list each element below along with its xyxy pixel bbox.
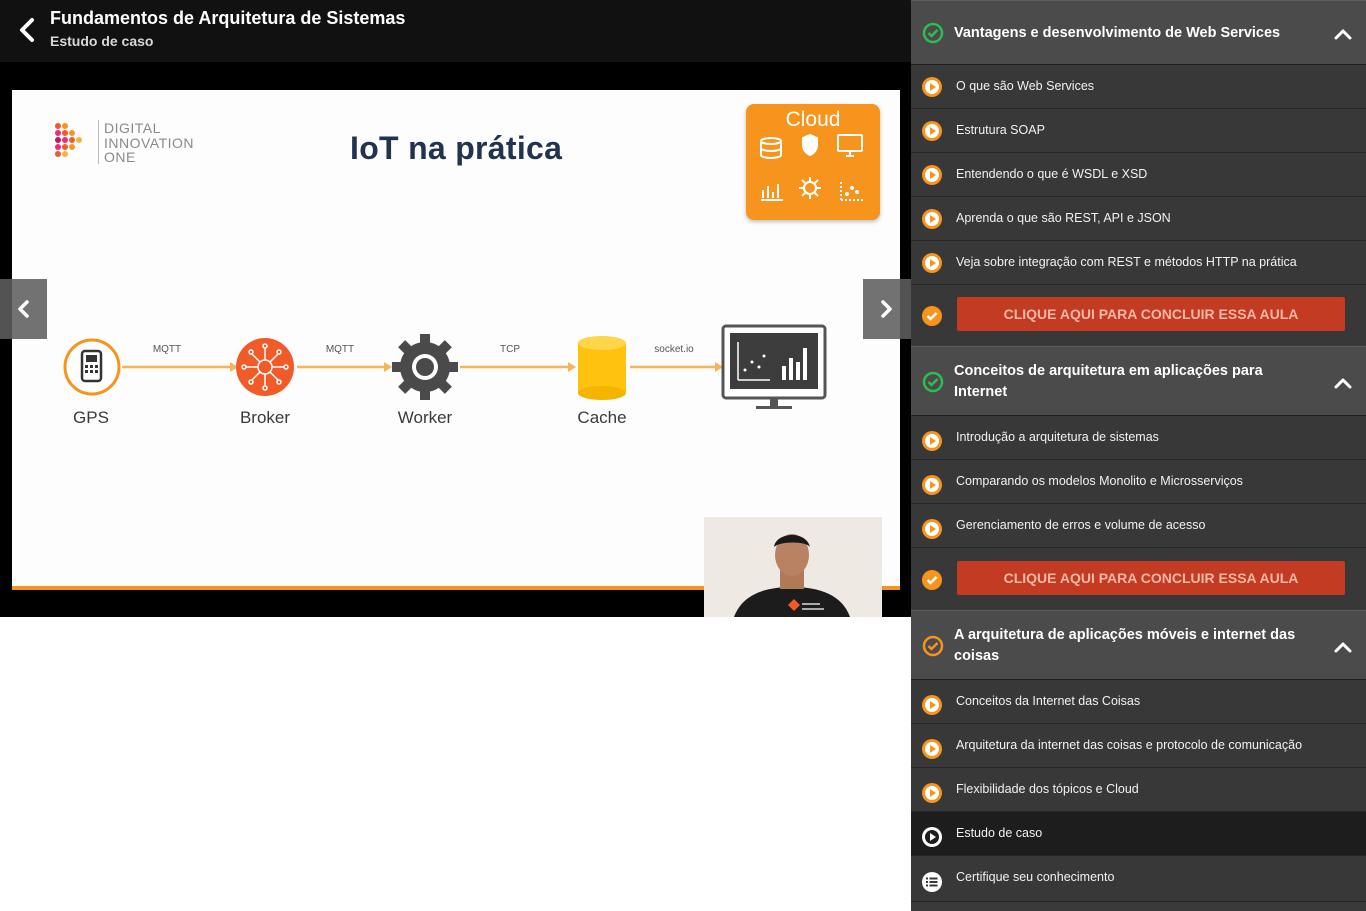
lesson-label: Certifique seu conhecimento bbox=[956, 870, 1115, 884]
lesson-item-current[interactable]: Estudo de caso bbox=[911, 812, 1366, 856]
play-circle-icon bbox=[922, 739, 942, 759]
chevron-up-icon[interactable] bbox=[1332, 23, 1354, 45]
broker-icon bbox=[236, 338, 294, 396]
edge-label-mqtt-2: MQTT bbox=[325, 344, 355, 355]
lesson-label: Entendendo o que é WSDL e XSD bbox=[956, 167, 1148, 181]
node-label-gps: GPS bbox=[73, 408, 109, 427]
check-circle-icon bbox=[922, 371, 944, 393]
section-header-1[interactable]: Vantagens e desenvolvimento de Web Servi… bbox=[911, 0, 1366, 65]
cache-database-icon bbox=[578, 336, 626, 400]
play-circle-icon bbox=[922, 431, 942, 451]
play-circle-icon bbox=[922, 77, 942, 97]
check-circle-icon bbox=[922, 22, 944, 44]
play-circle-icon bbox=[922, 695, 942, 715]
lesson-item[interactable]: Veja sobre integração com REST e métodos… bbox=[911, 241, 1366, 285]
lesson-item[interactable]: Comparando os modelos Monolito e Micross… bbox=[911, 460, 1366, 504]
lesson-item[interactable]: Conceitos da Internet das Coisas bbox=[911, 680, 1366, 724]
node-label-broker: Broker bbox=[239, 408, 291, 427]
section-title-1: Vantagens e desenvolvimento de Web Servi… bbox=[954, 25, 1281, 41]
play-circle-icon bbox=[922, 253, 942, 273]
lesson-item[interactable]: Arquitetura da internet das coisas e pro… bbox=[911, 724, 1366, 768]
progress-circle-icon bbox=[922, 635, 944, 657]
gps-icon bbox=[63, 338, 121, 396]
chevron-up-icon[interactable] bbox=[1332, 636, 1354, 658]
conclude-lesson-button[interactable]: CLIQUE AQUI PARA CONCLUIR ESSA AULA bbox=[957, 561, 1345, 595]
play-circle-icon bbox=[922, 475, 942, 495]
play-circle-icon bbox=[922, 209, 942, 229]
lesson-item-quiz[interactable]: Certifique seu conhecimento bbox=[911, 856, 1366, 902]
presentation-slide: DIGITAL INNOVATION ONE IoT na prática Cl… bbox=[12, 90, 900, 590]
node-label-cache: Cache bbox=[577, 408, 627, 427]
lesson-subtitle: Estudo de caso bbox=[50, 33, 154, 49]
lesson-label: Flexibilidade dos tópicos e Cloud bbox=[956, 782, 1139, 796]
check-circle-icon bbox=[922, 570, 942, 590]
lesson-item[interactable]: Aprenda o que são REST, API e JSON bbox=[911, 197, 1366, 241]
lesson-label: Conceitos da Internet das Coisas bbox=[956, 694, 1141, 708]
list-circle-icon bbox=[922, 872, 942, 892]
back-arrow-icon[interactable] bbox=[12, 14, 44, 46]
play-circle-icon bbox=[922, 783, 942, 803]
lesson-label: Gerenciamento de erros e volume de acess… bbox=[956, 518, 1206, 532]
chevron-up-icon[interactable] bbox=[1332, 372, 1354, 394]
lesson-label: Estudo de caso bbox=[956, 826, 1043, 840]
lesson-label: Comparando os modelos Monolito e Micross… bbox=[956, 474, 1243, 488]
check-circle-icon bbox=[922, 306, 942, 326]
lesson-label: Introdução a arquitetura de sistemas bbox=[956, 430, 1159, 444]
iot-diagram bbox=[63, 324, 827, 409]
section-header-2[interactable]: Conceitos de arquitetura em aplicações p… bbox=[911, 346, 1366, 416]
conclude-row: CLIQUE AQUI PARA CONCLUIR ESSA AULA bbox=[911, 285, 1366, 346]
section-header-3[interactable]: A arquitetura de aplicações móveis e int… bbox=[911, 610, 1366, 680]
previous-slide-button[interactable] bbox=[0, 279, 47, 339]
lesson-item[interactable]: Introdução a arquitetura de sistemas bbox=[911, 416, 1366, 460]
lesson-item[interactable]: Estrutura SOAP bbox=[911, 109, 1366, 153]
play-circle-icon bbox=[922, 827, 942, 847]
edge-label-tcp: TCP bbox=[500, 344, 520, 355]
monitor-dashboard-icon bbox=[721, 324, 827, 409]
lesson-label: Veja sobre integração com REST e métodos… bbox=[956, 255, 1297, 269]
conclude-row: CLIQUE AQUI PARA CONCLUIR ESSA AULA bbox=[911, 548, 1366, 610]
lesson-label: Estrutura SOAP bbox=[956, 123, 1045, 137]
lesson-label: Aprenda o que são REST, API e JSON bbox=[956, 211, 1171, 225]
app-root: Fundamentos de Arquitetura de Sistemas E… bbox=[0, 0, 1366, 911]
lesson-label: O que são Web Services bbox=[956, 79, 1095, 93]
play-circle-icon bbox=[922, 519, 942, 539]
worker-gear-icon bbox=[392, 334, 458, 400]
play-circle-icon bbox=[922, 121, 942, 141]
lesson-item[interactable]: Gerenciamento de erros e volume de acess… bbox=[911, 504, 1366, 548]
course-title: Fundamentos de Arquitetura de Sistemas bbox=[50, 8, 406, 28]
node-label-worker: Worker bbox=[397, 408, 453, 427]
lesson-label: Arquitetura da internet das coisas e pro… bbox=[956, 738, 1303, 752]
edge-label-mqtt-1: MQTT bbox=[152, 344, 182, 355]
edge-label-socketio: socket.io bbox=[654, 344, 694, 355]
next-slide-button[interactable] bbox=[863, 279, 911, 339]
conclude-lesson-button[interactable]: CLIQUE AQUI PARA CONCLUIR ESSA AULA bbox=[957, 297, 1345, 331]
sidebar-footer bbox=[911, 902, 1366, 911]
lesson-item[interactable]: Entendendo o que é WSDL e XSD bbox=[911, 153, 1366, 197]
play-circle-icon bbox=[922, 165, 942, 185]
player-header: Fundamentos de Arquitetura de Sistemas E… bbox=[0, 0, 911, 62]
lesson-item[interactable]: Flexibilidade dos tópicos e Cloud bbox=[911, 768, 1366, 812]
lesson-item[interactable]: O que são Web Services bbox=[911, 65, 1366, 109]
course-sidebar: Vantagens e desenvolvimento de Web Servi… bbox=[911, 0, 1366, 911]
video-player[interactable]: DIGITAL INNOVATION ONE IoT na prática Cl… bbox=[0, 62, 911, 617]
section-title-2: Conceitos de arquitetura em aplicações p… bbox=[954, 363, 1263, 400]
section-title-3: A arquitetura de aplicações móveis e int… bbox=[954, 627, 1296, 664]
instructor-webcam bbox=[704, 517, 882, 617]
